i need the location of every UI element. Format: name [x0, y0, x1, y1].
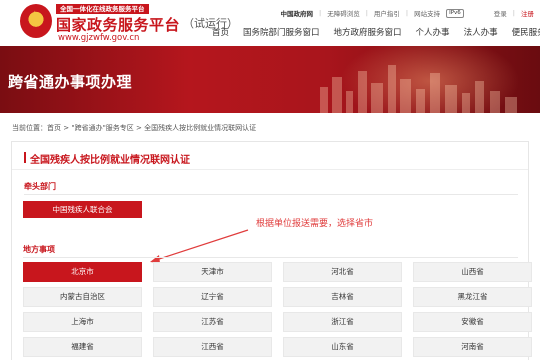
nav-item-corporate[interactable]: 法人办事 [457, 26, 505, 38]
top-links: 中国政府网 | 无障碍浏览 | 用户指引 | 网站支持 IPv6 登录 | 注册 [280, 8, 534, 18]
national-emblem-icon: ★ [20, 4, 52, 38]
region-button[interactable]: 河南省 [413, 337, 532, 357]
instruction-annotation: 根据单位报送需要，选择省市 [256, 219, 374, 229]
site-support-link[interactable]: 网站支持 [414, 8, 440, 18]
nav-item-convenience[interactable]: 便民服务 [505, 26, 540, 38]
region-button[interactable]: 山西省 [413, 262, 532, 282]
page-title: 全国残疾人按比例就业情况联网认证 [24, 151, 190, 166]
local-items-heading: 地方事项 [23, 245, 55, 254]
register-link[interactable]: 注册 [521, 8, 534, 18]
region-button[interactable]: 福建省 [23, 337, 142, 357]
gov-site-link[interactable]: 中国政府网 [280, 8, 313, 18]
banner-title: 跨省通办事项办理 [8, 73, 133, 91]
region-button[interactable]: 浙江省 [283, 312, 402, 332]
divider [24, 194, 518, 195]
login-link[interactable]: 登录 [494, 8, 507, 18]
nav-item-state-council[interactable]: 国务院部门服务窗口 [236, 26, 327, 38]
region-button[interactable]: 山东省 [283, 337, 402, 357]
nav-item-home[interactable]: 首页 [205, 26, 236, 38]
main-nav: 首页 国务院部门服务窗口 地方政府服务窗口 个人办事 法人办事 便民服务 [205, 26, 540, 38]
site-url: www.gjzwfw.gov.cn [58, 33, 140, 43]
page-banner: 跨省通办事项办理 [0, 46, 540, 113]
lead-dept-button[interactable]: 中国残疾人联合会 [23, 201, 142, 218]
divider [23, 257, 518, 258]
region-button[interactable]: 吉林省 [283, 287, 402, 307]
region-button[interactable]: 江苏省 [153, 312, 272, 332]
nav-item-personal[interactable]: 个人办事 [409, 26, 457, 38]
region-button[interactable]: 黑龙江省 [413, 287, 532, 307]
divider [12, 169, 528, 170]
accessibility-link[interactable]: 无障碍浏览 [327, 8, 360, 18]
region-button[interactable]: 辽宁省 [153, 287, 272, 307]
breadcrumb-prefix: 当前位置： [12, 124, 47, 132]
region-button[interactable]: 内蒙古自治区 [23, 287, 142, 307]
site-header: ★ 全国一体化在线政务服务平台 国家政务服务平台 www.gjzwfw.gov.… [0, 0, 540, 46]
user-guide-link[interactable]: 用户指引 [374, 8, 400, 18]
lead-dept-heading: 牵头部门 [24, 182, 56, 191]
region-button[interactable]: 天津市 [153, 262, 272, 282]
breadcrumb-home[interactable]: 首页 [47, 124, 61, 132]
region-button[interactable]: 上海市 [23, 312, 142, 332]
region-grid: 北京市 天津市 河北省 山西省内蒙古自治区 辽宁省 吉林省 黑龙江省上海市 江苏省 浙江省 安徽省… [23, 262, 532, 357]
breadcrumb: 当前位置：首页 > "跨省通办"服务专区 > 全国残疾人按比例就业情况联网认证 [12, 124, 257, 132]
city-skyline-illustration [320, 65, 517, 113]
ipv6-badge: IPv6 [446, 8, 464, 18]
nav-item-local-gov[interactable]: 地方政府服务窗口 [327, 26, 409, 38]
site-tagline: 全国一体化在线政务服务平台 [56, 4, 149, 14]
service-card: 全国残疾人按比例就业情况联网认证 牵头部门 中国残疾人联合会 根据单位报送需要，… [11, 141, 532, 360]
region-button[interactable]: 江西省 [153, 337, 272, 357]
region-button[interactable]: 北京市 [23, 262, 142, 282]
breadcrumb-current: 全国残疾人按比例就业情况联网认证 [144, 124, 257, 132]
region-button[interactable]: 安徽省 [413, 312, 532, 332]
region-button[interactable]: 河北省 [283, 262, 402, 282]
site-name[interactable]: 国家政务服务平台 [56, 14, 180, 35]
breadcrumb-zone[interactable]: "跨省通办"服务专区 [71, 124, 133, 132]
